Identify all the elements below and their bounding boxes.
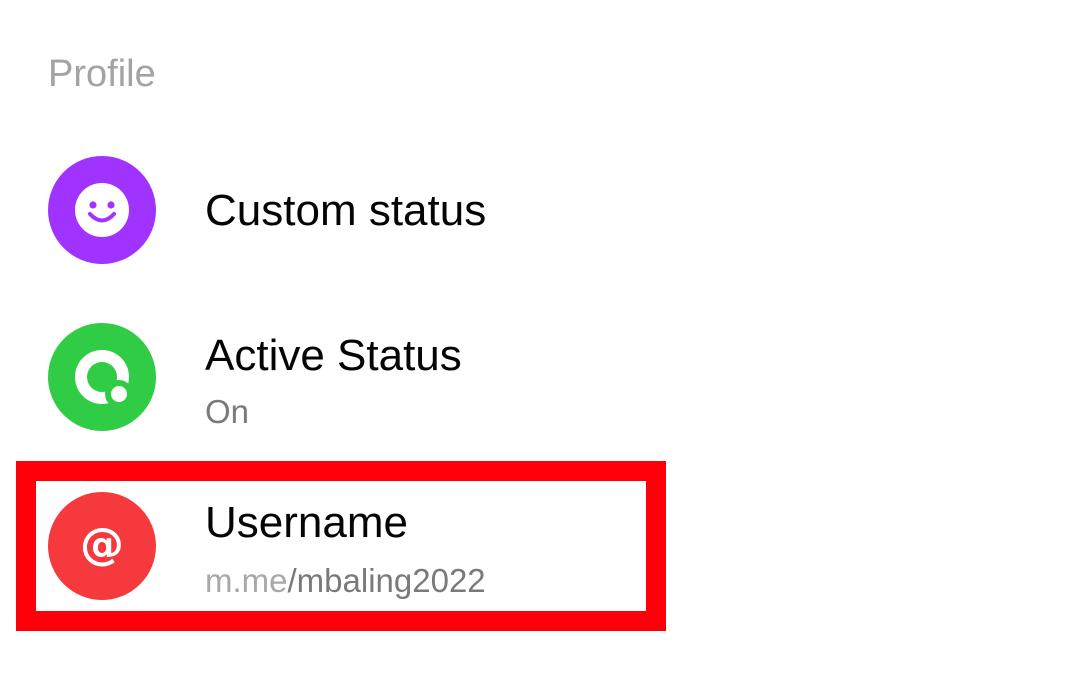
username-label: Username: [205, 498, 408, 547]
at-sign-icon: @: [48, 492, 156, 600]
active-status-row[interactable]: Active Status On: [0, 323, 1080, 433]
custom-status-row[interactable]: Custom status: [0, 156, 1080, 264]
username-value: m.me/mbaling2022: [205, 562, 486, 600]
active-status-label: Active Status: [205, 331, 462, 380]
profile-settings-screen: Profile Custom status Active Status On @…: [0, 0, 1080, 690]
custom-status-label: Custom status: [205, 186, 487, 235]
active-status-icon: [48, 323, 156, 431]
svg-text:@: @: [80, 519, 124, 570]
username-row[interactable]: @ Username m.me/mbaling2022: [0, 490, 1080, 602]
active-status-value: On: [205, 393, 250, 430]
username-handle: /mbaling2022: [287, 562, 486, 599]
username-domain: m.me: [205, 562, 288, 599]
smiley-face-icon: [48, 156, 156, 264]
section-header-profile: Profile: [48, 53, 156, 95]
